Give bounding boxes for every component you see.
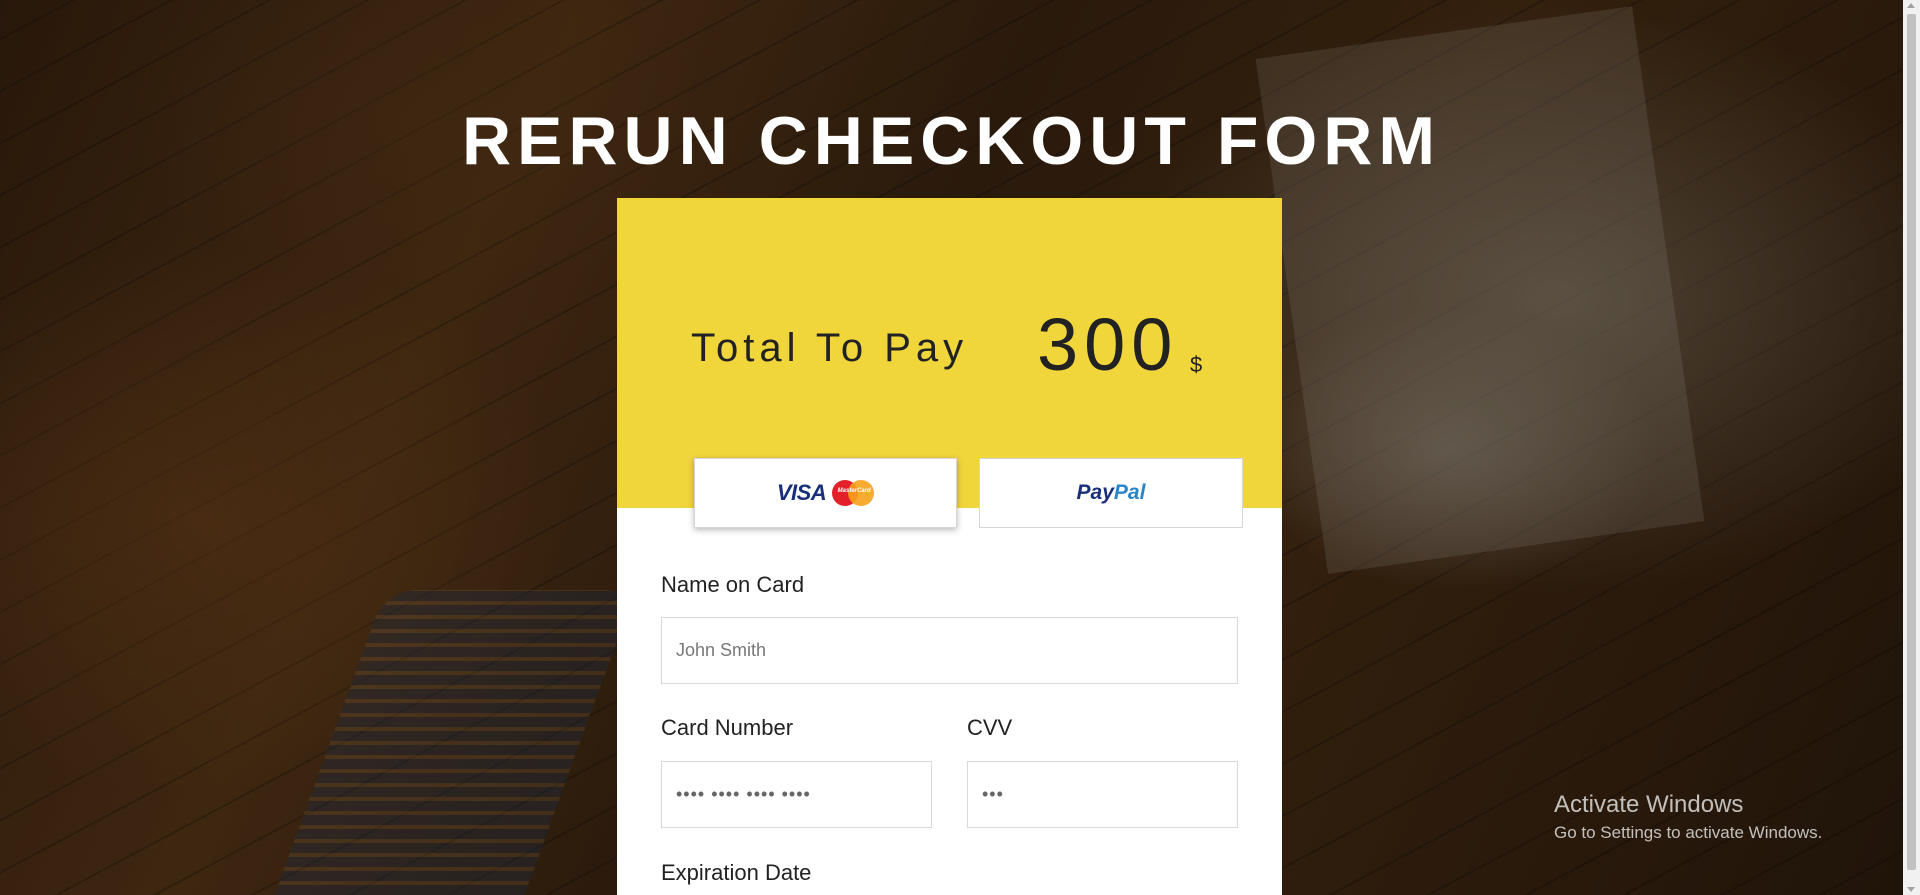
page-title: RERUN CHECKOUT FORM (461, 102, 1442, 179)
cvv-input[interactable] (967, 761, 1238, 828)
card-payment-option[interactable]: VISA MasterCard (694, 458, 957, 528)
scrollbar-thumb[interactable] (1907, 14, 1916, 870)
mastercard-logo: MasterCard (832, 480, 875, 506)
card-number-label: Card Number (661, 715, 794, 740)
paypal-payment-option[interactable]: PayPal (979, 458, 1243, 528)
currency-symbol: $ (1190, 352, 1203, 377)
paypal-logo: PayPal (1076, 481, 1146, 504)
total-to-pay-label: Total To Pay (691, 326, 969, 370)
expiration-date-label: Expiration Date (661, 860, 812, 885)
name-on-card-label: Name on Card (661, 572, 805, 597)
card-number-input[interactable] (661, 761, 932, 828)
total-amount: 300 (1037, 303, 1179, 386)
cvv-label: CVV (967, 715, 1013, 740)
activate-windows-title: Activate Windows (1554, 791, 1744, 818)
name-on-card-input[interactable] (661, 617, 1238, 684)
visa-logo: VISA (776, 480, 827, 505)
checkout-card: Total To Pay 300 $ VISA MasterCard PayPa… (617, 198, 1282, 895)
scroll-down-arrow-icon[interactable] (1907, 887, 1915, 892)
vertical-scrollbar[interactable] (1903, 0, 1920, 895)
windows-activation-watermark: Activate Windows Go to Settings to activ… (1554, 791, 1822, 843)
scroll-up-arrow-icon[interactable] (1907, 3, 1915, 8)
activate-windows-subtitle: Go to Settings to activate Windows. (1554, 823, 1823, 842)
